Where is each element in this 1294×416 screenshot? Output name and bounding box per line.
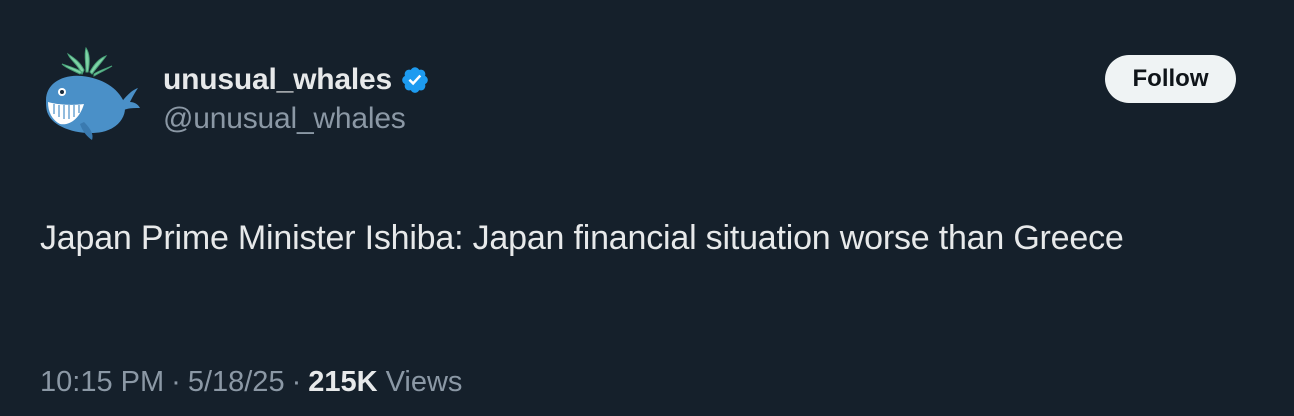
- author-display-name[interactable]: unusual_whales: [163, 63, 392, 97]
- views-label: Views: [385, 366, 463, 398]
- verified-badge-icon[interactable]: [400, 65, 430, 95]
- follow-button[interactable]: Follow: [1105, 55, 1236, 103]
- tweet-text: Japan Prime Minister Ishiba: Japan finan…: [40, 219, 1124, 257]
- meta-separator: ·: [171, 366, 181, 398]
- whale-icon: [46, 46, 140, 140]
- tweet-meta: 10:15 PM · 5/18/25 · 215K Views: [40, 366, 462, 399]
- tweet-date[interactable]: 5/18/25: [188, 366, 285, 399]
- author-handle[interactable]: @unusual_whales: [163, 102, 406, 136]
- views-count[interactable]: 215K: [308, 366, 377, 399]
- meta-separator: ·: [291, 366, 302, 398]
- tweet-time[interactable]: 10:15 PM: [40, 366, 164, 399]
- avatar[interactable]: [40, 44, 140, 144]
- author-name-row: unusual_whales: [163, 60, 430, 100]
- tweet-card: unusual_whales @unusual_whales Follow Ja…: [0, 0, 1294, 416]
